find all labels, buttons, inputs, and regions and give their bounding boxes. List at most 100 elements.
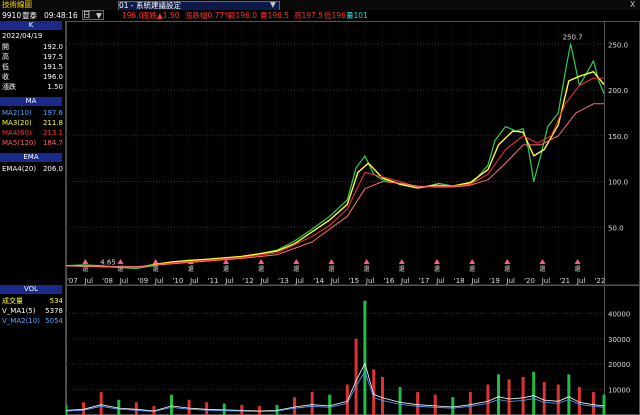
- price-frame: [66, 21, 640, 286]
- volume-bar: [205, 402, 209, 415]
- volume-bar: [187, 399, 191, 415]
- k-row: 開 192.0: [0, 42, 64, 52]
- date-tick-label: '21: [559, 277, 570, 285]
- quote-field: 196.0: [122, 11, 144, 20]
- ex-dividend-label: 還: [434, 265, 440, 273]
- date-tick-label: Jul: [506, 277, 516, 285]
- ema-value: 206.0: [42, 165, 63, 173]
- date-tick-label: Jul: [295, 277, 305, 285]
- stock-name: 豐泰: [22, 11, 37, 20]
- volume-bar: [497, 374, 501, 415]
- volume-bar: [372, 369, 376, 415]
- quote-field: 漲跌▲1.50: [142, 11, 180, 20]
- ex-dividend-label: 還: [364, 265, 370, 273]
- date-tick-label: '22: [594, 277, 605, 285]
- ex-dividend-marker: [469, 259, 476, 264]
- k-row: 收 196.0: [0, 72, 64, 82]
- volume-panel[interactable]: 40000 30000 20000 10000: [66, 285, 640, 415]
- ema-label: EMA4(20): [2, 165, 37, 173]
- ma-label: MA3(20): [2, 119, 32, 127]
- stock-code[interactable]: 9910: [2, 10, 21, 21]
- close-icon[interactable]: X: [630, 0, 635, 10]
- k-value: 196.0: [42, 73, 63, 81]
- ex-dividend-label: 還: [469, 265, 475, 273]
- k-label: 開: [2, 43, 9, 51]
- date-tick-label: '11: [208, 277, 219, 285]
- price-y-tick-label: 100.0: [608, 179, 628, 187]
- date-tick-label: Jul: [154, 277, 164, 285]
- volume-bar: [328, 394, 332, 415]
- ex-dividend-marker: [258, 259, 265, 264]
- quote-header: 9910 豐泰 09:48:16 日 ▼ 196.0 漲跌▲1.50 漲跌幅0.77…: [0, 10, 640, 21]
- ma-row: MA4(60) 213.1: [0, 128, 64, 138]
- volume-bar: [532, 371, 536, 415]
- price-y-tick-label: 50.0: [608, 224, 624, 232]
- chevron-down-icon[interactable]: ▼: [270, 1, 276, 9]
- ema-row: EMA4(20) 206.0: [0, 164, 64, 174]
- ex-dividend-marker: [82, 259, 89, 264]
- k-date: 2022/04/19: [0, 31, 64, 41]
- k-label: 高: [2, 53, 9, 61]
- ex-dividend-label: 還: [504, 265, 510, 273]
- date-tick-label: '15: [348, 277, 359, 285]
- volume-bar: [556, 384, 560, 415]
- quote-field: 買196.0: [228, 11, 257, 20]
- chart-area[interactable]: 250.0 200.0 150.0 100.0 50.0 '07 Jul '08 Jul '09 J…: [66, 21, 640, 415]
- ex-dividend-label: 還: [223, 265, 229, 273]
- ex-dividend-label: 還: [293, 265, 299, 273]
- ex-dividend-label: 還: [188, 265, 194, 273]
- volume-bar: [363, 300, 367, 415]
- date-tick-label: '12: [243, 277, 254, 285]
- ma-label: MA4(60): [2, 129, 32, 137]
- k-value: 192.0: [42, 43, 63, 51]
- info-panel: K 2022/04/19 開 192.0 高 197.5 低 191.5 收 196.0 漲跌 1…: [0, 21, 66, 415]
- k-value: 191.5: [42, 63, 63, 71]
- vol-panel-title: VOL: [0, 285, 62, 294]
- volume-bar: [99, 392, 103, 415]
- ex-dividend-marker: [117, 259, 124, 264]
- ma-label: MA5(120): [2, 139, 37, 147]
- k-label: 低: [2, 63, 9, 71]
- vol-value: 5054: [45, 317, 63, 325]
- volume-bar: [398, 387, 402, 415]
- date-tick-label: Jul: [576, 277, 586, 285]
- interval-chevron-down-icon[interactable]: ▼: [96, 10, 102, 21]
- volume-bar: [354, 338, 358, 415]
- k-panel-title: K: [0, 21, 62, 30]
- volume-bar: [591, 392, 595, 415]
- volume-bar: [486, 384, 490, 415]
- ex-dividend-marker: [574, 259, 581, 264]
- date-tick-label: '09: [137, 277, 148, 285]
- ex-dividend-marker: [504, 259, 511, 264]
- k-label: 收: [2, 73, 9, 81]
- quote-field: 漲跌幅0.77%: [185, 11, 232, 20]
- volume-bar: [451, 397, 455, 415]
- k-row: 低 191.5: [0, 62, 64, 72]
- volume-bar: [468, 392, 472, 415]
- volume-bar: [433, 394, 437, 415]
- volume-bar: [507, 379, 511, 415]
- ma-panel-title: MA: [0, 97, 62, 106]
- volume-y-tick-label: 40000: [608, 310, 630, 318]
- price-y-tick-label: 250.0: [608, 41, 628, 49]
- ema-panel-title: EMA: [0, 153, 62, 162]
- vol-row: V_MA1(5) 5378: [0, 306, 64, 316]
- vol-value: 5378: [45, 307, 63, 315]
- price-panel[interactable]: 250.0 200.0 150.0 100.0 50.0 '07 Jul '08 Jul '09 J…: [66, 21, 640, 415]
- date-tick-label: '10: [172, 277, 183, 285]
- volume-bar: [577, 387, 581, 415]
- k-date-label: 2022/04/19: [2, 32, 43, 40]
- vol-label: 成交量: [2, 297, 23, 305]
- date-tick-label: '20: [524, 277, 535, 285]
- volume-bar: [169, 394, 173, 415]
- volume-bar: [134, 402, 138, 415]
- date-tick-label: Jul: [470, 277, 480, 285]
- k-row: 漲跌 1.50: [0, 82, 64, 92]
- date-tick-label: '13: [278, 277, 289, 285]
- layout-select-label: 01 - 系統建議設定: [119, 1, 182, 10]
- date-tick-label: Jul: [365, 277, 375, 285]
- ex-dividend-marker: [328, 259, 335, 264]
- interval-select-label: 日: [83, 10, 91, 19]
- ex-dividend-marker: [539, 259, 546, 264]
- volume-y-tick-label: 10000: [608, 387, 630, 395]
